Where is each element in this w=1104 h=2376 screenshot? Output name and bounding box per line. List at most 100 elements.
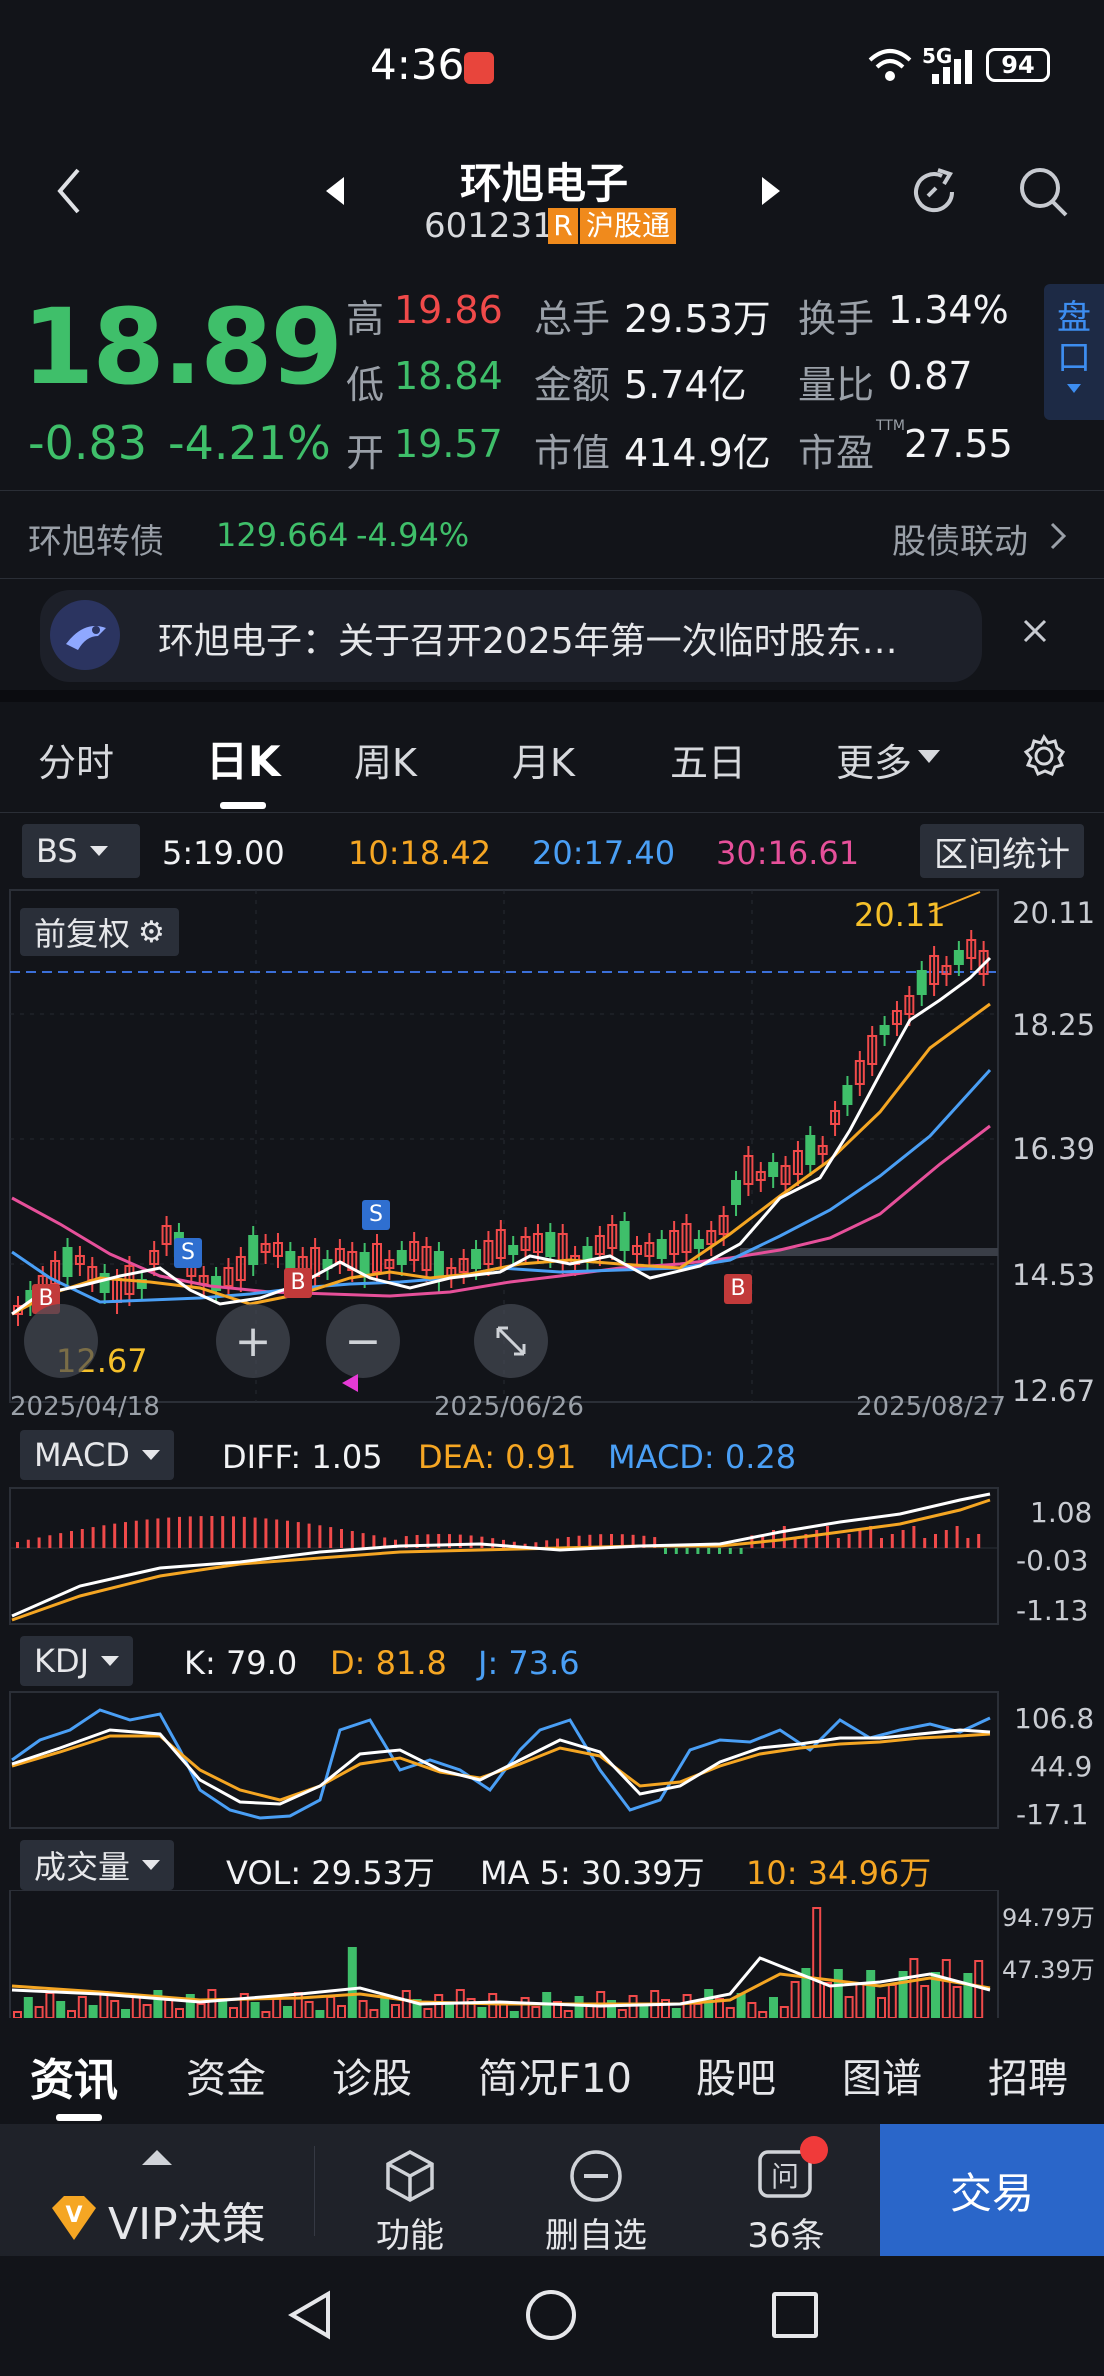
volume-bar <box>790 1981 800 2018</box>
zoom-in-icon[interactable]: + <box>216 1304 290 1378</box>
buy-marker[interactable]: B <box>284 1268 312 1298</box>
volume-bar <box>110 2000 120 2018</box>
candle-body <box>731 1180 742 1205</box>
x-date-start: 2025/04/18 <box>10 1392 160 1422</box>
range-stats-button[interactable]: 区间统计 <box>920 824 1084 878</box>
macd-bar <box>221 1516 225 1548</box>
candle-body <box>508 1245 519 1255</box>
tab-five-day[interactable]: 五日 <box>670 732 746 787</box>
bond-name[interactable]: 环旭转债 <box>28 514 164 563</box>
vip-decision-button[interactable]: VIP决策 <box>108 2188 266 2252</box>
candle-body <box>656 1239 667 1259</box>
bs-label: BS <box>36 832 78 870</box>
macd-bar <box>685 1548 689 1554</box>
chart-scroll-left-icon[interactable] <box>24 1304 98 1378</box>
sell-marker[interactable]: S <box>174 1238 202 1268</box>
refresh-icon[interactable] <box>906 164 962 224</box>
tab-diagnosis[interactable]: 诊股 <box>332 2046 412 2104</box>
zoom-out-icon[interactable]: − <box>326 1304 400 1378</box>
current-price: 18.89 <box>22 286 343 408</box>
kline-chart[interactable] <box>0 884 1104 1424</box>
macd-bar <box>901 1530 905 1548</box>
bond-link[interactable]: 股债联动 <box>892 514 1028 563</box>
svg-text:V: V <box>65 2203 82 2228</box>
volume-bar <box>164 1999 174 2018</box>
chevron-down-icon <box>89 846 108 856</box>
tab-more[interactable]: 更多 <box>836 732 912 787</box>
tab-weekly-k[interactable]: 周K <box>354 732 417 787</box>
android-back-icon[interactable] <box>288 2290 332 2344</box>
volume-bar <box>682 1994 692 2018</box>
volume-bar <box>131 1995 141 2018</box>
volume-bar <box>45 1992 55 2018</box>
sell-marker[interactable]: S <box>362 1200 390 1230</box>
x-date-end: 2025/08/27 <box>856 1392 1006 1422</box>
macd-label: MACD <box>34 1436 130 1474</box>
macd-bar <box>782 1526 786 1548</box>
volume-selector[interactable]: 成交量 <box>20 1840 175 1890</box>
trade-button[interactable]: 交易 <box>880 2124 1104 2256</box>
candle-body <box>471 1249 482 1269</box>
macd-bar <box>372 1535 376 1548</box>
volume-bar <box>304 2001 314 2018</box>
macd-bar <box>815 1530 819 1548</box>
volume-bar <box>229 2007 238 2018</box>
next-stock-icon[interactable] <box>760 175 782 211</box>
android-recents-icon[interactable] <box>772 2292 818 2338</box>
fullscreen-icon[interactable] <box>474 1304 548 1378</box>
tab-profile[interactable]: 简况F10 <box>478 2046 632 2104</box>
remove-watchlist-icon[interactable] <box>568 2148 624 2208</box>
candle-body <box>842 1085 853 1105</box>
function-button[interactable]: 功能 <box>330 2208 490 2257</box>
tab-news[interactable]: 资讯 <box>30 2044 118 2108</box>
announcement-icon <box>50 600 120 670</box>
tab-daily-k[interactable]: 日K <box>206 728 281 789</box>
tab-monthly-k[interactable]: 月K <box>512 732 575 787</box>
tab-forum[interactable]: 股吧 <box>696 2046 776 2104</box>
kdj-selector[interactable]: KDJ <box>20 1636 134 1686</box>
macd-bar <box>102 1525 106 1548</box>
expand-up-icon[interactable] <box>142 2150 172 2165</box>
adjust-selector[interactable]: 前复权 ⚙ <box>20 908 179 956</box>
chevron-right-icon[interactable] <box>1048 520 1068 556</box>
ask-button[interactable]: 36条 <box>706 2208 866 2257</box>
tab-funds[interactable]: 资金 <box>186 2046 266 2104</box>
prev-stock-icon[interactable] <box>324 175 346 211</box>
macd-bar <box>134 1520 138 1548</box>
order-book-button[interactable]: 盘口 <box>1044 284 1104 420</box>
more-dropdown-icon[interactable] <box>918 750 940 763</box>
volume-bar <box>736 1993 746 2018</box>
close-icon[interactable] <box>1022 618 1048 648</box>
macd-tick: -0.03 <box>1016 1544 1089 1577</box>
volume-bar <box>887 1984 897 2018</box>
x-date-mid: 2025/06/26 <box>434 1392 584 1422</box>
tab-jobs[interactable]: 招聘 <box>988 2046 1068 2104</box>
volume-bar <box>974 1960 984 2018</box>
macd-bar <box>91 1527 95 1548</box>
remove-watchlist-button[interactable]: 删自选 <box>516 2208 676 2257</box>
macd-bar <box>296 1522 300 1548</box>
y-tick: 16.39 <box>1012 1132 1096 1166</box>
volume-bar <box>833 1969 843 2018</box>
volume-bar <box>434 1994 444 2018</box>
volume-label: 总手 <box>534 297 611 341</box>
tab-timeshare[interactable]: 分时 <box>38 732 114 787</box>
macd-bar <box>26 1539 30 1548</box>
volume-bar <box>477 2007 487 2018</box>
buy-marker[interactable]: B <box>724 1274 752 1304</box>
volume-bar <box>844 1996 854 2018</box>
search-icon[interactable] <box>1016 164 1070 224</box>
volume-bar <box>520 1997 530 2018</box>
macd-bar <box>124 1522 127 1548</box>
y-tick: 18.25 <box>1012 1008 1096 1042</box>
gear-icon[interactable] <box>1022 734 1066 782</box>
function-icon[interactable] <box>382 2148 438 2208</box>
macd-tick: 1.08 <box>1030 1496 1093 1529</box>
macd-selector[interactable]: MACD <box>20 1430 174 1480</box>
android-home-icon[interactable] <box>526 2290 576 2340</box>
back-icon[interactable] <box>54 166 84 220</box>
notice-text[interactable]: 环旭电子：关于召开2025年第一次临时股东… <box>158 612 898 664</box>
tab-graph[interactable]: 图谱 <box>842 2046 922 2104</box>
macd-bar <box>329 1527 333 1548</box>
bs-selector[interactable]: BS <box>22 824 140 878</box>
